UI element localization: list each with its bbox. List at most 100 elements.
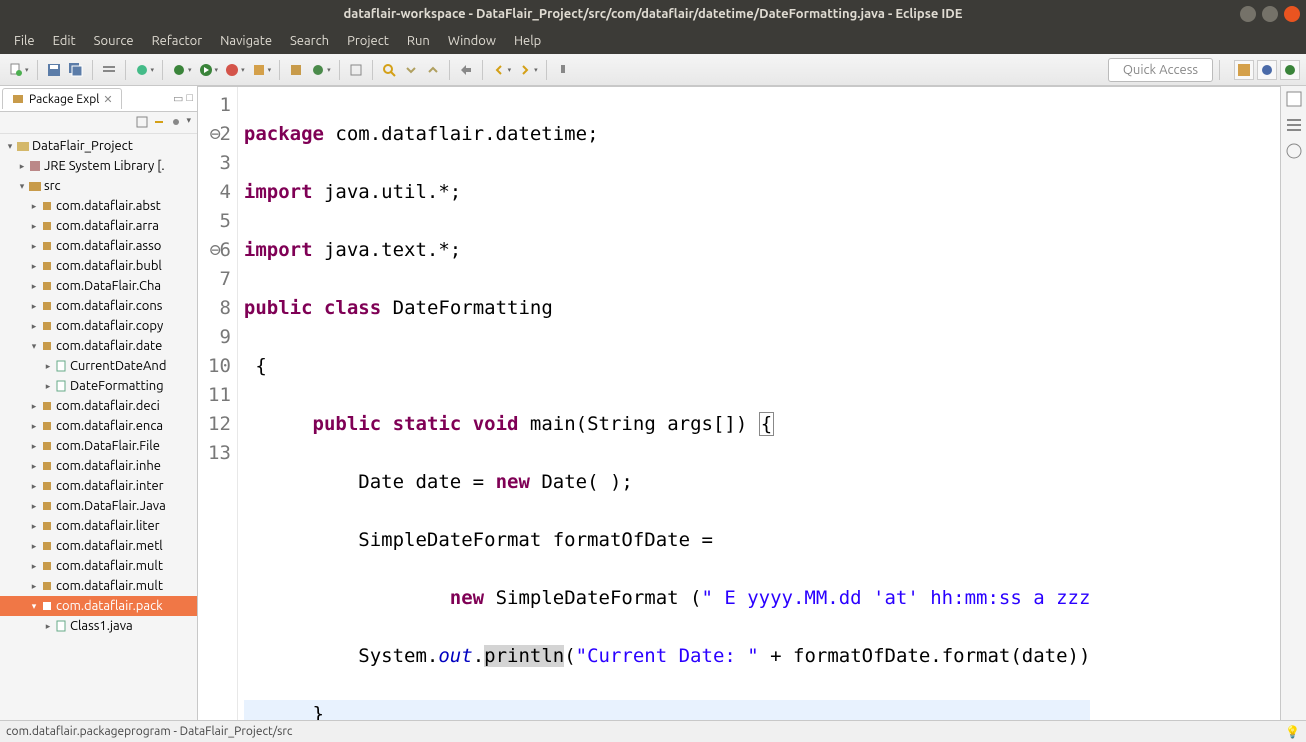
menu-navigate[interactable]: Navigate <box>212 30 280 52</box>
new-package-button[interactable] <box>286 60 306 80</box>
package-icon <box>40 199 54 213</box>
status-text: com.dataflair.packageprogram - DataFlair… <box>6 725 292 738</box>
main-area: Package Expl ✕ ▭ □ ▾ ▾DataFlair_Project … <box>0 86 1306 720</box>
new-class-button[interactable]: ▾ <box>308 60 333 80</box>
tree-package[interactable]: ▸com.dataflair.cons <box>0 296 197 316</box>
close-view-icon[interactable]: ✕ <box>103 93 112 106</box>
save-button[interactable] <box>44 60 64 80</box>
maximize-button[interactable] <box>1262 6 1278 22</box>
tree-package[interactable]: ▸com.DataFlair.File <box>0 436 197 456</box>
open-perspective-button[interactable] <box>1234 60 1254 80</box>
menu-window[interactable]: Window <box>440 30 504 52</box>
run-button[interactable]: ▾ <box>196 60 221 80</box>
quick-access-input[interactable]: Quick Access <box>1108 58 1213 82</box>
package-icon <box>40 459 54 473</box>
line-gutter: 1 ⊖2 3 4 5 ⊖6 7 8 9 10 11 12 13 <box>198 87 238 720</box>
tree-package[interactable]: ▸com.dataflair.inhe <box>0 456 197 476</box>
new-button[interactable]: ▾ <box>6 60 31 80</box>
tree-package[interactable]: ▸com.dataflair.asso <box>0 236 197 256</box>
menu-search[interactable]: Search <box>282 30 337 52</box>
close-button[interactable] <box>1284 6 1300 22</box>
minimize-button[interactable] <box>1240 6 1256 22</box>
right-trim <box>1280 86 1306 720</box>
tree-package[interactable]: ▸com.dataflair.abst <box>0 196 197 216</box>
toggle-breadcrumb-button[interactable] <box>99 60 119 80</box>
focus-icon[interactable] <box>169 115 183 129</box>
menu-source[interactable]: Source <box>86 30 142 52</box>
menu-edit[interactable]: Edit <box>45 30 84 52</box>
minimize-view-icon[interactable]: ▭ <box>173 92 183 105</box>
tree-package[interactable]: ▸com.DataFlair.Java <box>0 496 197 516</box>
help-view-icon[interactable] <box>1285 142 1303 160</box>
package-icon <box>40 479 54 493</box>
tree-jre[interactable]: ▸JRE System Library [. <box>0 156 197 176</box>
tree-package[interactable]: ▸com.dataflair.deci <box>0 396 197 416</box>
code-content[interactable]: package com.dataflair.datetime; import j… <box>238 87 1091 720</box>
debug-button[interactable]: ▾ <box>169 60 194 80</box>
back-button[interactable]: ▾ <box>489 60 514 80</box>
skip-breakpoints-button[interactable]: ▾ <box>132 60 157 80</box>
collapse-all-icon[interactable] <box>135 115 149 129</box>
java-file-icon <box>54 379 68 393</box>
tree-package[interactable]: ▸com.DataFlair.Cha <box>0 276 197 296</box>
tree-src[interactable]: ▾src <box>0 176 197 196</box>
menu-bar: File Edit Source Refactor Navigate Searc… <box>0 28 1306 54</box>
tree-package[interactable]: ▸com.dataflair.metl <box>0 536 197 556</box>
package-icon <box>40 539 54 553</box>
outline-icon[interactable] <box>1285 116 1303 134</box>
tree-package-selected[interactable]: ▾com.dataflair.pack <box>0 596 197 616</box>
status-bar: com.dataflair.packageprogram - DataFlair… <box>0 720 1306 742</box>
package-explorer-toolbar: ▾ <box>0 112 197 134</box>
view-menu-icon[interactable]: ▾ <box>186 115 191 130</box>
debug-perspective-button[interactable] <box>1280 60 1300 80</box>
tree-package[interactable]: ▸com.dataflair.arra <box>0 216 197 236</box>
menu-file[interactable]: File <box>6 30 43 52</box>
package-explorer-label: Package Expl <box>29 93 99 106</box>
search-button[interactable] <box>379 60 399 80</box>
link-editor-icon[interactable] <box>152 115 166 129</box>
fold-marker-icon[interactable]: ⊖ <box>209 236 219 265</box>
fold-marker-icon[interactable]: ⊖ <box>209 120 219 149</box>
menu-refactor[interactable]: Refactor <box>144 30 211 52</box>
menu-run[interactable]: Run <box>399 30 438 52</box>
tip-icon[interactable]: 💡 <box>1285 725 1300 739</box>
window-titlebar: dataflair-workspace - DataFlair_Project/… <box>0 0 1306 28</box>
package-icon <box>40 299 54 313</box>
tree-package[interactable]: ▸com.dataflair.bubl <box>0 256 197 276</box>
code-editor[interactable]: 1 ⊖2 3 4 5 ⊖6 7 8 9 10 11 12 13 package … <box>198 87 1280 720</box>
tree-class[interactable]: ▸DateFormatting <box>0 376 197 396</box>
tree-package[interactable]: ▸com.dataflair.mult <box>0 576 197 596</box>
annotation-prev-button[interactable] <box>423 60 443 80</box>
package-icon <box>40 599 54 613</box>
tree-package[interactable]: ▸com.dataflair.mult <box>0 556 197 576</box>
tree-package[interactable]: ▾com.dataflair.date <box>0 336 197 356</box>
tree-package[interactable]: ▸com.dataflair.inter <box>0 476 197 496</box>
tree-package[interactable]: ▸com.dataflair.enca <box>0 416 197 436</box>
tree-package[interactable]: ▸com.dataflair.liter <box>0 516 197 536</box>
java-file-icon <box>54 359 68 373</box>
open-type-button[interactable] <box>346 60 366 80</box>
tree-project[interactable]: ▾DataFlair_Project <box>0 136 197 156</box>
tree-package[interactable]: ▸com.dataflair.copy <box>0 316 197 336</box>
package-icon <box>40 279 54 293</box>
package-icon <box>40 259 54 273</box>
src-folder-icon <box>28 179 42 193</box>
package-explorer-tab[interactable]: Package Expl ✕ <box>2 88 122 109</box>
save-all-button[interactable] <box>66 60 86 80</box>
maximize-view-icon[interactable]: □ <box>186 92 193 105</box>
forward-button[interactable]: ▾ <box>515 60 540 80</box>
view-tab-bar: Package Expl ✕ ▭ □ <box>0 86 197 112</box>
tree-class[interactable]: ▸CurrentDateAnd <box>0 356 197 376</box>
package-tree[interactable]: ▾DataFlair_Project ▸JRE System Library [… <box>0 134 197 720</box>
task-list-icon[interactable] <box>1285 90 1303 108</box>
main-toolbar: ▾ ▾ ▾ ▾ ▾ ▾ ▾ ▾ ▾ Quick Access <box>0 54 1306 86</box>
coverage-button[interactable]: ▾ <box>222 60 247 80</box>
external-tools-button[interactable]: ▾ <box>249 60 274 80</box>
menu-help[interactable]: Help <box>506 30 549 52</box>
last-edit-button[interactable] <box>456 60 476 80</box>
menu-project[interactable]: Project <box>339 30 397 52</box>
annotation-next-button[interactable] <box>401 60 421 80</box>
java-perspective-button[interactable] <box>1257 60 1277 80</box>
tree-class[interactable]: ▸Class1.java <box>0 616 197 636</box>
pin-button[interactable] <box>553 60 573 80</box>
